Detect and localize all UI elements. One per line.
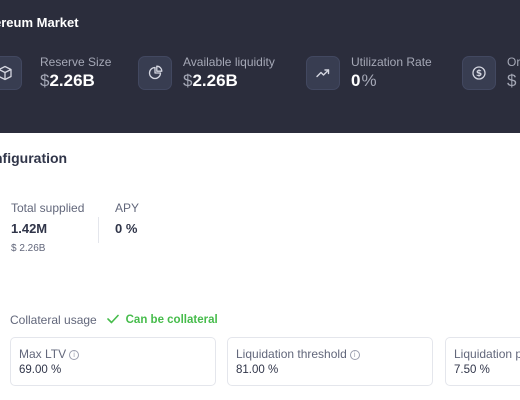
max-ltv-card: Max LTV i 69.00 % (10, 337, 216, 386)
stat-label: Available liquidity (183, 55, 275, 69)
stat-label: Reserve Size (40, 55, 112, 69)
stat-label: Utilization Rate (351, 55, 432, 69)
collateral-usage-row: Collateral usage Can be collateral (10, 311, 218, 327)
svg-text:$: $ (476, 69, 482, 79)
divider (98, 217, 99, 243)
cube-icon (0, 56, 22, 90)
card-value: 7.50 % (454, 364, 490, 376)
info-icon[interactable]: i (349, 350, 360, 360)
stat-value: $ (507, 71, 517, 90)
stat-available-liquidity: Available liquidity $2.26B (138, 54, 298, 94)
market-header: ereum Market Reserve Size $2.26B Availab… (0, 0, 520, 133)
market-title: ereum Market (0, 15, 79, 30)
card-label: Liquidation threshold i (236, 347, 360, 361)
stat-value: $2.26B (40, 71, 95, 90)
stat-value: 0% (351, 71, 377, 90)
collateral-status: Can be collateral (125, 314, 218, 326)
stat-oracle-price: $ Or $ (462, 54, 520, 94)
info-icon[interactable]: i (69, 350, 80, 360)
total-supplied-value: 1.42M (11, 221, 48, 236)
section-title: nfiguration (0, 150, 68, 166)
stat-label: Or (507, 55, 520, 69)
apy-label: APY (115, 201, 140, 215)
stat-reserve-size: Reserve Size $2.26B (0, 54, 128, 94)
card-value: 81.00 % (236, 364, 279, 376)
pie-chart-icon (138, 56, 172, 90)
card-value: 69.00 % (19, 364, 62, 376)
stat-utilization-rate: Utilization Rate 0% (306, 54, 456, 94)
total-supplied-usd: $ 2.26B (11, 243, 46, 254)
apy-value: 0 % (115, 221, 138, 236)
card-label: Liquidation p (454, 347, 520, 361)
liquidation-penalty-card: Liquidation p 7.50 % (445, 337, 520, 386)
liquidation-threshold-card: Liquidation threshold i 81.00 % (227, 337, 433, 386)
trending-up-icon (306, 56, 340, 90)
card-label: Max LTV i (19, 347, 80, 361)
total-supplied-label: Total supplied (11, 201, 85, 215)
stat-value: $2.26B (183, 71, 238, 90)
reserve-overview-page: ereum Market Reserve Size $2.26B Availab… (0, 0, 520, 400)
collateral-usage-label: Collateral usage (10, 313, 97, 327)
check-icon (107, 311, 119, 329)
dollar-coin-icon: $ (462, 56, 496, 90)
